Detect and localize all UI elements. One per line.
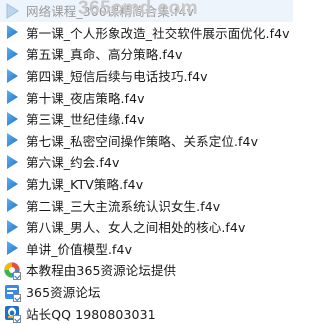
file-name: 第四课_短信后续与电话技巧.f4v bbox=[26, 69, 208, 85]
file-name: 网络课程_300课精简合集.f4v bbox=[26, 4, 195, 20]
link-name: 站长QQ 1980803031 bbox=[26, 306, 156, 322]
play-icon bbox=[3, 88, 21, 106]
play-icon bbox=[3, 218, 21, 236]
file-item[interactable]: 第二课_三大主流系统认识女生.f4v bbox=[0, 194, 293, 216]
file-item[interactable]: 第四课_短信后续与电话技巧.f4v bbox=[0, 65, 293, 87]
play-icon bbox=[3, 45, 21, 63]
file-name: 第二课_三大主流系统认识女生.f4v bbox=[26, 198, 221, 214]
file-item[interactable]: 第七课_私密空间操作策略、关系定位.f4v bbox=[0, 130, 293, 152]
link-item[interactable]: 365资源论坛 bbox=[0, 281, 293, 303]
qq-shortcut-icon bbox=[3, 304, 21, 324]
file-item[interactable]: 第九课_KTV策略.f4v bbox=[0, 173, 293, 195]
play-icon bbox=[3, 196, 21, 214]
link-name: 365资源论坛 bbox=[26, 285, 101, 301]
file-name: 第五课_真命、高分策略.f4v bbox=[26, 47, 183, 63]
link-item[interactable]: 本教程由365资源论坛提供 bbox=[0, 259, 293, 281]
colorful-app-icon bbox=[3, 261, 21, 280]
web-shortcut-icon bbox=[3, 283, 21, 302]
file-name: 第九课_KTV策略.f4v bbox=[26, 177, 144, 193]
file-name: 第七课_私密空间操作策略、关系定位.f4v bbox=[26, 133, 259, 149]
file-item[interactable]: 第六课_约会.f4v bbox=[0, 151, 293, 173]
file-item[interactable]: 第十课_夜店策略.f4v bbox=[0, 86, 293, 108]
link-name: 本教程由365资源论坛提供 bbox=[26, 263, 177, 279]
play-icon bbox=[3, 23, 21, 41]
file-name: 第八课_男人、女人之间相处的核心.f4v bbox=[26, 220, 246, 236]
file-item[interactable]: 第一课_个人形象改造_社交软件展示面优化.f4v bbox=[0, 22, 293, 44]
file-name: 第三课_世纪佳缘.f4v bbox=[26, 112, 145, 128]
play-icon bbox=[3, 239, 21, 257]
file-name: 第十课_夜店策略.f4v bbox=[26, 90, 145, 106]
shortcut-arrow-icon bbox=[13, 293, 21, 302]
shortcut-arrow-icon bbox=[13, 315, 21, 324]
file-item[interactable]: 第三课_世纪佳缘.f4v bbox=[0, 108, 293, 130]
file-name: 第一课_个人形象改造_社交软件展示面优化.f4v bbox=[26, 25, 290, 41]
play-icon bbox=[3, 67, 21, 85]
file-name: 第六课_约会.f4v bbox=[26, 155, 120, 171]
play-icon bbox=[3, 2, 21, 20]
file-item[interactable]: 单讲_价值模型.f4v bbox=[0, 238, 293, 260]
link-item[interactable]: 站长QQ 1980803031 bbox=[0, 302, 293, 324]
shortcut-arrow-icon bbox=[13, 271, 21, 280]
play-icon bbox=[3, 153, 21, 171]
play-icon bbox=[3, 131, 21, 149]
file-item[interactable]: 网络课程_300课精简合集.f4v 365cmd.com bbox=[0, 0, 293, 22]
play-icon bbox=[3, 110, 21, 128]
file-name: 单讲_价值模型.f4v bbox=[26, 241, 133, 257]
file-list: 网络课程_300课精简合集.f4v 365cmd.com 第一课_个人形象改造_… bbox=[0, 0, 293, 324]
file-item[interactable]: 第八课_男人、女人之间相处的核心.f4v bbox=[0, 216, 293, 238]
play-icon bbox=[3, 175, 21, 193]
file-item[interactable]: 第五课_真命、高分策略.f4v bbox=[0, 43, 293, 65]
